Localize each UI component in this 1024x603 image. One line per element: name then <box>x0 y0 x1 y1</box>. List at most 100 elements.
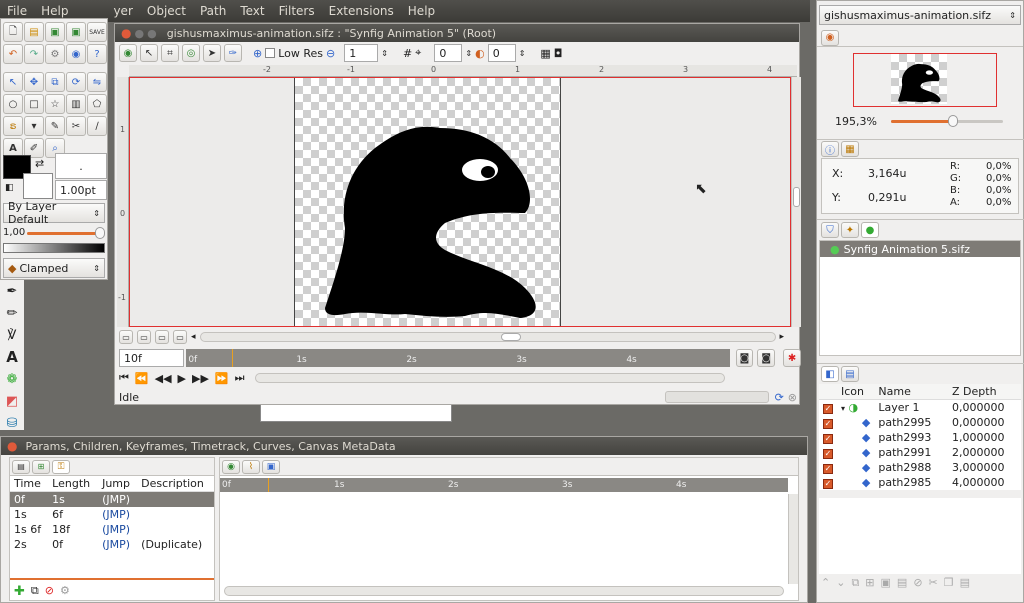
keyframe-properties-icon[interactable]: ⚙ <box>60 584 70 599</box>
menu-path[interactable]: Path <box>193 4 233 18</box>
spline-tool-icon[interactable]: ຣ <box>3 116 23 136</box>
cell-jump[interactable]: (JMP) <box>98 537 137 552</box>
prev-frame-icon[interactable]: ◀◀ <box>155 372 172 385</box>
zoom-slider-handle[interactable] <box>947 115 958 127</box>
layer-row[interactable]: ✓ ◆ path2995 0,000000 <box>819 415 1021 430</box>
rectangle-tool-icon[interactable]: □ <box>24 94 44 114</box>
toggle-icon[interactable]: ▭ <box>173 330 187 344</box>
time-zoom-scrollbar[interactable] <box>254 373 725 383</box>
camera-icon[interactable]: ◘ <box>554 47 563 60</box>
tab-sets-icon[interactable]: ✦ <box>841 222 859 238</box>
timetrack-vertical-scrollbar[interactable] <box>788 494 798 584</box>
table-row[interactable]: 0f 1s (JMP) <box>10 491 214 508</box>
star-tool-icon[interactable]: ☆ <box>45 94 65 114</box>
bucket-tool-icon[interactable]: ⛁ <box>0 412 24 434</box>
toggle-icon[interactable]: ▭ <box>155 330 169 344</box>
spin-icon-3[interactable]: ⇕ <box>519 49 526 58</box>
layer-row[interactable]: ✓ ◆ path2991 2,000000 <box>819 445 1021 460</box>
tab-info-icon[interactable]: ⓘ <box>821 141 839 157</box>
draw-mode-icon[interactable]: ➤ <box>203 44 221 62</box>
encapsulate-layer-icon[interactable]: ⊞ <box>865 576 874 590</box>
menu-extensions[interactable]: Extensions <box>322 4 401 18</box>
scroll-right-icon[interactable]: ▸ <box>780 332 785 342</box>
low-res-checkbox[interactable] <box>265 48 276 58</box>
seek-begin-icon[interactable]: ⏮ <box>119 371 129 385</box>
blend-method-select[interactable]: By Layer Default ⇕ <box>3 200 105 226</box>
canvas-horizontal-scrollbar[interactable] <box>199 332 776 342</box>
tab-library-icon[interactable]: ▦ <box>841 141 859 157</box>
quality-input[interactable]: 1 <box>344 44 379 62</box>
animate-mode-toggle-icon[interactable]: ✱ <box>783 349 801 367</box>
paste-layer-icon[interactable]: ▤ <box>960 576 970 590</box>
remove-keyframe-icon[interactable]: ⊘ <box>45 584 54 599</box>
zoom-out-icon[interactable]: ⊖ <box>326 47 335 60</box>
cell-jump[interactable]: (JMP) <box>98 492 137 508</box>
help-icon[interactable]: ? <box>87 44 107 64</box>
next-keyframe-icon[interactable]: ⏩ <box>215 372 229 385</box>
layer-name[interactable]: path2985 <box>874 475 948 490</box>
tab-layers-icon[interactable]: ◧ <box>821 366 839 382</box>
seek-end-icon[interactable]: ⏭ <box>235 371 245 385</box>
copy-layer-icon[interactable]: ❐ <box>944 576 954 590</box>
calligraphy-tool-icon[interactable]: ℣ <box>0 324 24 346</box>
redo-icon[interactable]: ↷ <box>24 44 44 64</box>
fill-tool-icon[interactable]: ▾ <box>24 116 44 136</box>
cut-layer-icon[interactable]: ✂ <box>929 576 938 590</box>
layers-empty-area[interactable] <box>819 498 1021 574</box>
gradient-preview[interactable] <box>3 243 105 253</box>
layer-name[interactable]: path2993 <box>874 430 948 445</box>
menu-layer[interactable]: yer <box>75 4 139 18</box>
layer-name[interactable]: Layer 1 <box>874 400 948 416</box>
draw-tool-icon[interactable]: ✎ <box>45 116 65 136</box>
stack-layer-icon[interactable]: ▤ <box>897 576 907 590</box>
col-time[interactable]: Time <box>10 476 48 492</box>
fill-color-swatch[interactable] <box>23 173 53 199</box>
animation-mode-icon[interactable]: ◙ <box>735 349 754 367</box>
zoom-in-icon[interactable]: ⊕ <box>253 47 262 60</box>
file-selector[interactable]: gishusmaximus-animation.sifz ⇕ <box>819 5 1021 25</box>
image-area[interactable] <box>294 78 561 326</box>
mirror-tool-icon[interactable]: ⇋ <box>87 72 107 92</box>
film-icon[interactable]: ▦ <box>540 47 550 60</box>
onion-skin-icon[interactable]: ◐ <box>475 47 485 60</box>
opacity-slider[interactable] <box>27 232 103 235</box>
tab-groups-icon[interactable]: ▤ <box>841 366 859 382</box>
cell-jump[interactable]: (JMP) <box>98 522 137 537</box>
menu-object[interactable]: Object <box>140 4 193 18</box>
setup-icon[interactable]: ⚙ <box>45 44 65 64</box>
tab-history-icon[interactable]: ● <box>861 222 879 238</box>
minimize-icon[interactable]: ● <box>134 27 144 40</box>
render-preview-icon[interactable]: ◉ <box>119 44 137 62</box>
scale-tool-icon[interactable]: ⧉ <box>45 72 65 92</box>
time-cursor[interactable] <box>268 478 269 492</box>
stop-icon[interactable]: ⊗ <box>788 391 797 404</box>
time-slider[interactable]: 0f 1s 2s 3s 4s <box>186 349 730 367</box>
tab-keyframes-icon[interactable]: ⚿ <box>52 459 70 474</box>
menu-help[interactable]: Help <box>34 4 75 18</box>
width-tool-icon[interactable]: ∕ <box>87 116 107 136</box>
timetrack-horizontal-scrollbar[interactable] <box>224 586 784 596</box>
polygon-tool-icon[interactable]: ⬠ <box>87 94 107 114</box>
open-file-icon[interactable]: ▤ <box>24 22 44 42</box>
opacity-slider-handle[interactable] <box>95 227 105 239</box>
save-all-icon[interactable]: SAVE <box>87 22 107 42</box>
transform-tool-icon[interactable]: ↖ <box>3 72 23 92</box>
close-icon[interactable]: ● <box>7 439 17 453</box>
delete-layer-icon[interactable]: ⊘ <box>913 576 922 590</box>
table-row[interactable]: 1s 6f 18f (JMP) <box>10 522 214 537</box>
col-description[interactable]: Description <box>137 476 214 492</box>
grid-icon[interactable]: # <box>403 47 412 60</box>
pen-tool-icon[interactable]: ✒ <box>0 280 24 302</box>
navigator-preview[interactable] <box>853 51 999 107</box>
merge-layer-icon[interactable]: ▣ <box>881 576 891 590</box>
add-keyframe-icon[interactable]: ✚ <box>14 584 25 599</box>
new-file-icon[interactable]: 🗋 <box>3 22 23 42</box>
raise-layer-icon[interactable]: ⌃ <box>821 576 830 590</box>
table-row[interactable]: 2s 0f (JMP) (Duplicate) <box>10 537 214 552</box>
render-icon[interactable]: ◉ <box>66 44 86 64</box>
tab-curves-icon[interactable]: ⌇ <box>242 459 260 474</box>
reset-colors-icon[interactable]: ◧ <box>5 183 14 193</box>
layer-visibility-checkbox[interactable]: ✓ <box>823 464 833 474</box>
menu-text[interactable]: Text <box>233 4 271 18</box>
layer-visibility-checkbox[interactable]: ✓ <box>823 434 833 444</box>
